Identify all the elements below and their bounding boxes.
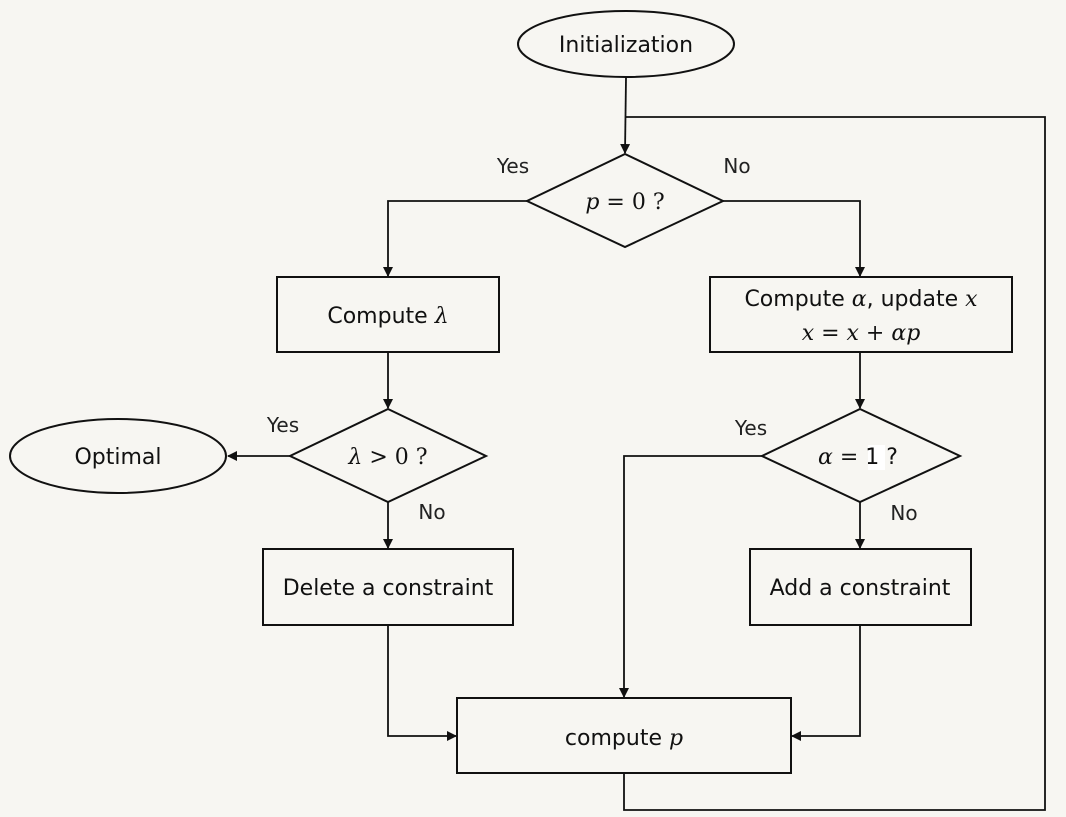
node-compute-lambda: Compute λ: [276, 276, 500, 353]
optimal-label: Optimal: [74, 445, 161, 470]
node-compute-p: compute p: [456, 697, 792, 774]
lambda-yes-label: Yes: [266, 413, 299, 437]
compute-p-label: compute p: [565, 726, 683, 751]
edge-delete-to-p: [387, 625, 457, 741]
node-optimal: Optimal: [9, 418, 227, 494]
cond-lambda-label: λ > 0 ?: [347, 445, 427, 470]
node-cond-lambda: λ > 0 ?: [287, 407, 489, 504]
p-yes-label: Yes: [496, 154, 529, 178]
delete-constraint-label: Delete a constraint: [283, 576, 494, 601]
p-no-label: No: [723, 154, 750, 178]
node-initialization: Initialization: [517, 10, 735, 78]
cond-alpha-label: α = 1 ?: [818, 445, 898, 470]
cond-p-label: p = 0 ?: [585, 190, 664, 215]
lambda-no-label: No: [418, 500, 445, 524]
edge-p-yes: [383, 200, 527, 277]
update-x-equation: x = x + αp: [802, 321, 921, 346]
compute-lambda-label: Compute λ: [327, 304, 448, 329]
edge-init-to-p: [620, 77, 631, 154]
alpha-yes-label: Yes: [734, 416, 767, 440]
node-compute-alpha: Compute α, update x x = x + αp: [709, 276, 1013, 353]
alpha-no-label: No: [890, 501, 917, 525]
compute-alpha-label: Compute α, update x: [744, 287, 978, 312]
node-cond-alpha: α = 1 ?: [759, 407, 963, 504]
initialization-label: Initialization: [559, 33, 693, 58]
add-constraint-label: Add a constraint: [770, 576, 951, 601]
edge-p-no: [723, 200, 865, 277]
flowchart: Initialization p = 0 ? Yes No Compute λ …: [9, 10, 1046, 811]
edge-add-to-p: [791, 625, 861, 741]
node-add-constraint: Add a constraint: [749, 548, 972, 626]
node-cond-p: p = 0 ?: [524, 152, 726, 249]
edge-alpha-yes: [619, 455, 762, 698]
node-delete-constraint: Delete a constraint: [262, 548, 514, 626]
